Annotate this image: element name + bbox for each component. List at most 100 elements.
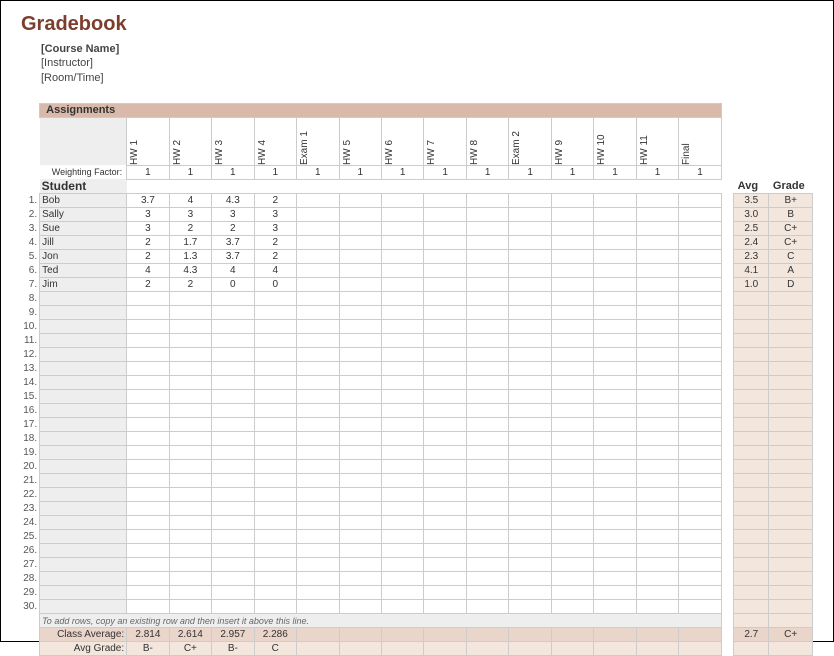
score-cell[interactable] bbox=[297, 390, 339, 404]
score-cell[interactable] bbox=[594, 516, 636, 530]
student-name[interactable] bbox=[40, 558, 127, 572]
score-cell[interactable] bbox=[509, 250, 551, 264]
score-cell[interactable] bbox=[254, 320, 296, 334]
score-cell[interactable]: 1.7 bbox=[169, 236, 211, 250]
score-cell[interactable] bbox=[679, 530, 722, 544]
score-cell[interactable] bbox=[679, 320, 722, 334]
score-cell[interactable] bbox=[466, 446, 508, 460]
score-cell[interactable] bbox=[127, 320, 169, 334]
score-cell[interactable] bbox=[466, 278, 508, 292]
score-cell[interactable] bbox=[127, 460, 169, 474]
score-cell[interactable] bbox=[424, 334, 466, 348]
score-cell[interactable] bbox=[636, 362, 678, 376]
score-cell[interactable] bbox=[679, 558, 722, 572]
score-cell[interactable] bbox=[551, 278, 593, 292]
score-cell[interactable] bbox=[339, 264, 381, 278]
score-cell[interactable] bbox=[636, 194, 678, 208]
weight-cell[interactable]: 1 bbox=[169, 165, 211, 179]
weight-cell[interactable]: 1 bbox=[127, 165, 169, 179]
score-cell[interactable] bbox=[551, 558, 593, 572]
score-cell[interactable] bbox=[169, 404, 211, 418]
student-name[interactable] bbox=[40, 376, 127, 390]
score-cell[interactable] bbox=[466, 418, 508, 432]
score-cell[interactable] bbox=[212, 432, 254, 446]
score-cell[interactable] bbox=[679, 488, 722, 502]
score-cell[interactable] bbox=[339, 362, 381, 376]
score-cell[interactable] bbox=[127, 572, 169, 586]
score-cell[interactable] bbox=[254, 306, 296, 320]
score-cell[interactable] bbox=[381, 544, 423, 558]
score-cell[interactable] bbox=[381, 474, 423, 488]
score-cell[interactable] bbox=[594, 334, 636, 348]
score-cell[interactable] bbox=[594, 348, 636, 362]
score-cell[interactable] bbox=[679, 474, 722, 488]
score-cell[interactable] bbox=[509, 432, 551, 446]
score-cell[interactable] bbox=[297, 488, 339, 502]
score-cell[interactable] bbox=[679, 264, 722, 278]
score-cell[interactable] bbox=[466, 530, 508, 544]
score-cell[interactable] bbox=[424, 362, 466, 376]
score-cell[interactable] bbox=[339, 404, 381, 418]
score-cell[interactable] bbox=[679, 250, 722, 264]
score-cell[interactable] bbox=[551, 362, 593, 376]
score-cell[interactable] bbox=[509, 222, 551, 236]
score-cell[interactable] bbox=[169, 432, 211, 446]
score-cell[interactable] bbox=[424, 530, 466, 544]
score-cell[interactable] bbox=[594, 530, 636, 544]
score-cell[interactable]: 3 bbox=[254, 222, 296, 236]
score-cell[interactable] bbox=[381, 376, 423, 390]
score-cell[interactable] bbox=[636, 446, 678, 460]
score-cell[interactable] bbox=[297, 544, 339, 558]
weight-cell[interactable]: 1 bbox=[339, 165, 381, 179]
score-cell[interactable] bbox=[169, 474, 211, 488]
score-cell[interactable] bbox=[594, 404, 636, 418]
score-cell[interactable] bbox=[339, 194, 381, 208]
score-cell[interactable] bbox=[551, 586, 593, 600]
score-cell[interactable] bbox=[127, 362, 169, 376]
score-cell[interactable] bbox=[381, 502, 423, 516]
score-cell[interactable] bbox=[466, 194, 508, 208]
score-cell[interactable] bbox=[381, 558, 423, 572]
score-cell[interactable] bbox=[381, 404, 423, 418]
score-cell[interactable] bbox=[466, 544, 508, 558]
score-cell[interactable] bbox=[381, 278, 423, 292]
student-name[interactable] bbox=[40, 530, 127, 544]
score-cell[interactable] bbox=[212, 418, 254, 432]
score-cell[interactable] bbox=[212, 502, 254, 516]
score-cell[interactable] bbox=[297, 600, 339, 614]
score-cell[interactable] bbox=[424, 292, 466, 306]
score-cell[interactable] bbox=[212, 376, 254, 390]
score-cell[interactable] bbox=[169, 460, 211, 474]
score-cell[interactable] bbox=[212, 292, 254, 306]
score-cell[interactable] bbox=[339, 488, 381, 502]
score-cell[interactable]: 2 bbox=[254, 250, 296, 264]
score-cell[interactable] bbox=[424, 320, 466, 334]
score-cell[interactable] bbox=[509, 264, 551, 278]
score-cell[interactable] bbox=[466, 208, 508, 222]
score-cell[interactable]: 1.3 bbox=[169, 250, 211, 264]
score-cell[interactable] bbox=[297, 264, 339, 278]
score-cell[interactable] bbox=[594, 460, 636, 474]
score-cell[interactable] bbox=[424, 446, 466, 460]
score-cell[interactable] bbox=[636, 292, 678, 306]
student-name[interactable] bbox=[40, 390, 127, 404]
score-cell[interactable] bbox=[212, 320, 254, 334]
score-cell[interactable] bbox=[636, 320, 678, 334]
score-cell[interactable] bbox=[339, 306, 381, 320]
student-name[interactable]: Jim bbox=[40, 278, 127, 292]
score-cell[interactable] bbox=[466, 390, 508, 404]
score-cell[interactable] bbox=[127, 348, 169, 362]
score-cell[interactable] bbox=[169, 558, 211, 572]
score-cell[interactable] bbox=[339, 474, 381, 488]
score-cell[interactable] bbox=[381, 572, 423, 586]
score-cell[interactable] bbox=[594, 502, 636, 516]
score-cell[interactable] bbox=[381, 488, 423, 502]
score-cell[interactable] bbox=[509, 194, 551, 208]
score-cell[interactable] bbox=[679, 516, 722, 530]
score-cell[interactable] bbox=[169, 348, 211, 362]
score-cell[interactable] bbox=[424, 558, 466, 572]
score-cell[interactable] bbox=[339, 222, 381, 236]
score-cell[interactable] bbox=[424, 376, 466, 390]
student-name[interactable] bbox=[40, 432, 127, 446]
score-cell[interactable] bbox=[424, 208, 466, 222]
